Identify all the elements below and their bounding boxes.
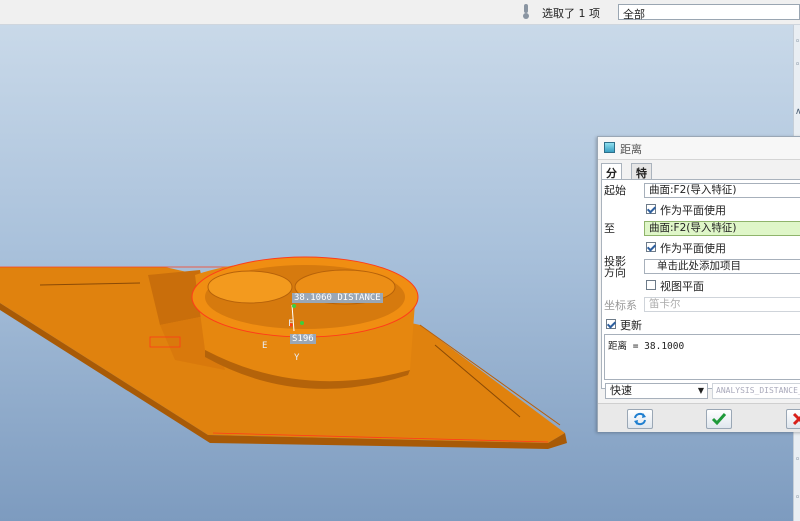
strip-icon-5[interactable]: ◦	[795, 493, 800, 503]
tab-analysis[interactable]: 分析	[601, 163, 622, 196]
csys-field: 笛卡尔	[644, 297, 800, 312]
s-annotation: S196	[290, 334, 316, 344]
csys-label: 坐标系	[604, 299, 637, 312]
repeat-icon	[634, 412, 646, 426]
from-reference-field[interactable]: 曲面:F2(导入特征)	[644, 183, 800, 198]
to-plane-checkbox[interactable]	[646, 242, 656, 252]
projection-label: 投影 方向	[604, 255, 626, 279]
dialog-title: 距离	[620, 143, 642, 156]
from-plane-label: 作为平面使用	[660, 204, 726, 217]
repeat-button[interactable]	[627, 409, 653, 429]
y-annotation: Y	[294, 353, 300, 363]
close-icon	[792, 412, 800, 426]
dialog-buttons	[598, 403, 800, 432]
analysis-icon	[604, 142, 615, 153]
strip-icon-2[interactable]: ◦	[795, 60, 800, 70]
e-annotation: E	[262, 341, 268, 351]
ok-button[interactable]	[706, 409, 732, 429]
status-bar: 选取了 1 项 全部	[0, 0, 800, 25]
to-reference-field[interactable]: 曲面:F2(导入特征)	[644, 221, 800, 236]
from-label: 起始	[604, 184, 626, 197]
checkmark-icon	[711, 413, 727, 426]
selection-count: 选取了 1 项	[542, 7, 600, 20]
to-label: 至	[604, 222, 615, 235]
tab-feature[interactable]: 特征	[631, 163, 652, 196]
selection-filter-icon	[523, 4, 529, 19]
update-label: 更新	[620, 319, 642, 332]
chevron-down-icon: ▼	[697, 386, 704, 395]
distance-dialog: 距离 分析 特征 起始 曲面:F2(导入特征) 作为平面使用 至 曲面:F2(导…	[597, 136, 800, 432]
feature-name-field[interactable]: ANALYSIS_DISTANCE_1	[712, 383, 800, 399]
strip-icon-3[interactable]: ∧	[795, 107, 800, 117]
cancel-button[interactable]	[786, 409, 800, 429]
dialog-titlebar[interactable]: 距离	[598, 137, 800, 160]
mode-dropdown[interactable]: 快速 ▼	[605, 383, 708, 399]
distance-annotation: 38.1060 DISTANCE	[292, 293, 383, 303]
f-annotation: F	[288, 319, 294, 329]
to-plane-label: 作为平面使用	[660, 242, 726, 255]
distance-result: 距离 = 38.1000	[608, 341, 685, 352]
from-plane-checkbox[interactable]	[646, 204, 656, 214]
strip-icon-4[interactable]: ◦	[795, 455, 800, 465]
update-checkbox[interactable]	[606, 319, 616, 329]
mode-value: 快速	[610, 384, 632, 397]
projection-field[interactable]: 单击此处添加项目	[644, 259, 800, 274]
view-plane-checkbox[interactable]	[646, 280, 656, 290]
result-box: 距离 = 38.1000	[604, 334, 800, 380]
analysis-panel: 起始 曲面:F2(导入特征) 作为平面使用 至 曲面:F2(导入特征) 作为平面…	[601, 179, 800, 399]
selection-filter-dropdown[interactable]: 全部	[618, 4, 800, 21]
view-plane-label: 视图平面	[660, 280, 704, 293]
strip-icon-1[interactable]: ◦	[795, 37, 800, 47]
